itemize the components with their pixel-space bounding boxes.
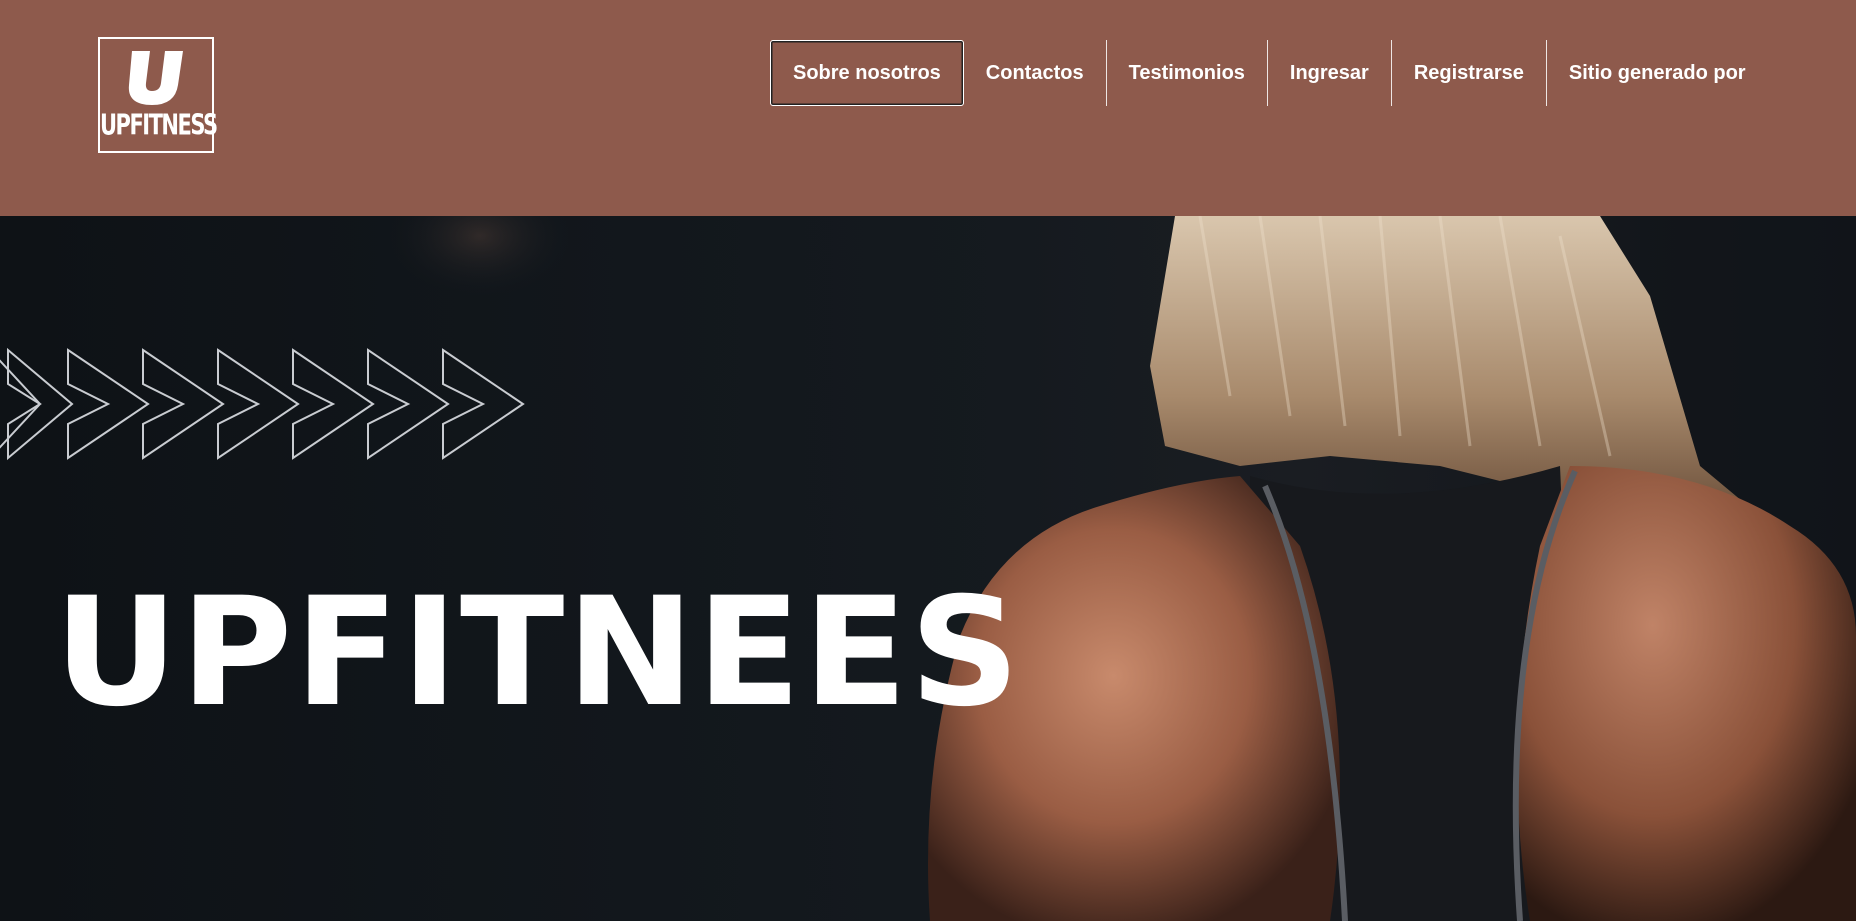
nav-item-registrarse[interactable]: Registrarse <box>1392 40 1547 106</box>
nav-item-sitio-generado-por[interactable]: Sitio generado por <box>1547 40 1768 106</box>
nav-item-ingresar[interactable]: Ingresar <box>1268 40 1392 106</box>
hero-title: UPFITNEES <box>54 566 1022 740</box>
logo-wordmark: UPFITNESS <box>100 109 218 142</box>
site-header: UPFITNESS Sobre nosotros Contactos Testi… <box>0 0 1856 216</box>
main-nav: Sobre nosotros Contactos Testimonios Ing… <box>770 40 1768 106</box>
nav-item-contactos[interactable]: Contactos <box>964 40 1107 106</box>
hero-banner: UPFITNEES <box>0 216 1856 921</box>
chevron-arrows-icon <box>0 347 525 461</box>
nav-item-testimonios[interactable]: Testimonios <box>1107 40 1268 106</box>
upfitness-logo[interactable]: UPFITNESS <box>98 37 218 153</box>
nav-item-sobre-nosotros[interactable]: Sobre nosotros <box>770 40 964 106</box>
